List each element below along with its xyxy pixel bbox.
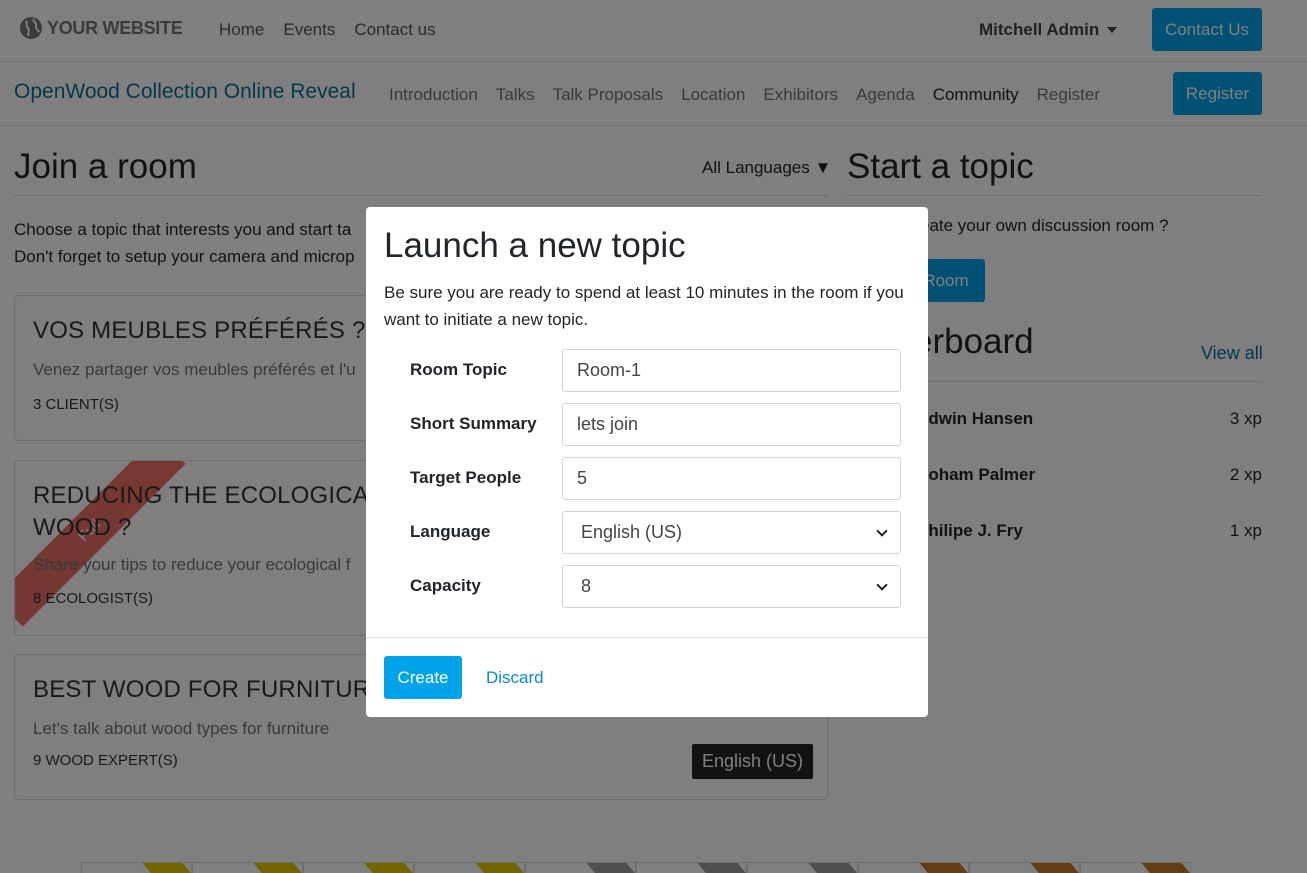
room-topic-input[interactable]: Room-1 [562, 349, 901, 392]
discard-link[interactable]: Discard [486, 668, 544, 688]
capacity-value: 8 [581, 576, 592, 596]
capacity-select[interactable]: 8 [562, 565, 901, 608]
target-people-label: Target People [410, 468, 522, 487]
target-people-input[interactable]: 5 [562, 457, 901, 500]
summary-row: Short Summary lets join [410, 403, 901, 446]
capacity-row: Capacity 8 [410, 565, 901, 608]
capacity-label: Capacity [410, 576, 481, 595]
room-topic-label: Room Topic [410, 360, 507, 379]
language-select[interactable]: English (US) [562, 511, 901, 554]
chevron-down-icon [876, 578, 888, 591]
language-label: Language [410, 522, 491, 541]
dialog-footer-divider [366, 637, 928, 638]
language-row: Language English (US) [410, 511, 901, 554]
create-button[interactable]: Create [384, 656, 462, 699]
dialog-title: Launch a new topic [384, 226, 686, 265]
launch-topic-dialog: Launch a new topic Be sure you are ready… [366, 207, 928, 717]
target-people-row: Target People 5 [410, 457, 901, 500]
summary-input[interactable]: lets join [562, 403, 901, 446]
room-topic-row: Room Topic Room-1 [410, 349, 901, 392]
dialog-description: Be sure you are ready to spend at least … [384, 283, 904, 329]
chevron-down-icon [876, 524, 888, 537]
summary-label: Short Summary [410, 414, 537, 433]
language-value: English (US) [581, 522, 683, 542]
